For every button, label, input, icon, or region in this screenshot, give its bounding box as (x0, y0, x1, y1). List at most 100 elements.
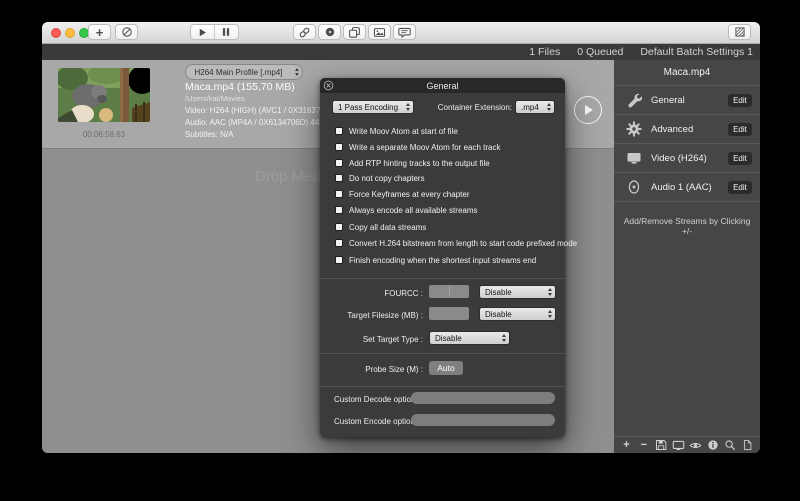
checkbox[interactable] (335, 127, 343, 135)
checkbox-label: Convert H.264 bitstream from length to s… (349, 239, 577, 248)
chevron-up-down-icon (498, 334, 509, 342)
eye-icon (689, 439, 702, 452)
checkbox[interactable] (335, 206, 343, 214)
app-window: + (42, 22, 760, 453)
checkbox-row: Write Moov Atom at start of file (335, 126, 458, 136)
fourcc-input[interactable] (429, 285, 469, 298)
disc-icon (324, 26, 336, 38)
preview-button[interactable] (368, 24, 391, 40)
subtitles-info: Subtitles: N/A (185, 130, 233, 139)
probe-size-auto-button[interactable]: Auto (429, 361, 463, 375)
checkbox[interactable] (335, 239, 343, 247)
edit-video-button[interactable]: Edit (728, 152, 752, 165)
sidebar-row-video[interactable]: Video (H264) Edit (614, 144, 760, 173)
custom-decode-input[interactable] (411, 392, 555, 404)
display-toggle-button[interactable] (672, 439, 685, 452)
start-file-button[interactable] (574, 96, 602, 124)
checkbox-label: Copy all data streams (349, 223, 426, 232)
chevron-up-down-icon (544, 288, 555, 296)
checkbox[interactable] (335, 190, 343, 198)
play-icon (585, 105, 593, 115)
file-name: Maca.mp4 (155,70 MB) (185, 81, 295, 93)
checkbox-row: Always encode all available streams (335, 205, 478, 215)
sidebar-row-general[interactable]: General Edit (614, 86, 760, 115)
fourcc-mode-dropdown[interactable]: Disable (479, 285, 556, 299)
checkbox-row: Convert H.264 bitstream from length to s… (335, 238, 577, 248)
custom-decode-label: Custom Decode options (334, 395, 408, 404)
preview-toggle-button[interactable] (689, 439, 702, 452)
custom-encode-input[interactable] (411, 414, 555, 426)
search-icon (724, 439, 736, 451)
general-settings-popover: General 1 Pass Encoding Container Extens… (320, 78, 565, 437)
remove-stream-button[interactable]: − (637, 440, 650, 451)
link-button[interactable] (293, 24, 316, 40)
separator (320, 353, 565, 354)
save-icon (655, 439, 667, 451)
separator (320, 386, 565, 387)
edit-advanced-button[interactable]: Edit (728, 123, 752, 136)
separator (320, 278, 565, 279)
checkbox-label: Force Keyframes at every chapter (349, 190, 470, 199)
checkbox-row: Add RTP hinting tracks to the output fil… (335, 158, 490, 168)
hatched-square-icon (734, 26, 746, 38)
chevron-up-down-icon (544, 310, 555, 318)
pass-encoding-dropdown[interactable]: 1 Pass Encoding (332, 100, 414, 114)
checkbox-row: Do not copy chapters (335, 173, 425, 183)
edit-audio-button[interactable]: Edit (728, 181, 752, 194)
save-button[interactable] (655, 439, 668, 451)
target-filesize-mode-dropdown[interactable]: Disable (479, 307, 556, 321)
info-button[interactable] (706, 439, 719, 451)
add-stream-button[interactable]: + (620, 440, 633, 451)
sidebar-row-advanced[interactable]: Advanced Edit (614, 115, 760, 144)
search-button[interactable] (724, 439, 737, 451)
checkbox-row: Copy all data streams (335, 222, 426, 232)
remove-file-button[interactable] (115, 24, 138, 40)
sidebar-row-audio[interactable]: Audio 1 (AAC) Edit (614, 173, 760, 202)
edit-general-button[interactable]: Edit (728, 94, 752, 107)
picture-icon (373, 26, 386, 39)
checkbox[interactable] (335, 174, 343, 182)
chevron-up-down-icon (291, 68, 302, 76)
preset-dropdown[interactable]: H264 Main Profile [.mp4] (185, 64, 303, 80)
popover-title: General (426, 81, 458, 91)
checkbox-row: Force Keyframes at every chapter (335, 189, 470, 199)
title-bar: + (42, 22, 760, 44)
checkbox[interactable] (335, 143, 343, 151)
batch-settings-button[interactable] (728, 24, 751, 40)
record-button[interactable] (318, 24, 341, 40)
minus-icon: − (641, 440, 647, 451)
plus-icon: + (623, 440, 629, 451)
checkbox-label: Write a separate Moov Atom for each trac… (349, 143, 500, 152)
plus-icon: + (96, 26, 104, 39)
display-icon (672, 439, 685, 452)
checkbox[interactable] (335, 223, 343, 231)
preset-dropdown-value: H264 Main Profile [.mp4] (186, 68, 291, 77)
add-file-button[interactable]: + (88, 24, 111, 40)
duplicate-button[interactable] (343, 24, 366, 40)
play-icon (197, 27, 208, 38)
layers-icon (348, 26, 361, 39)
streams-hint: Add/Remove Streams by Clicking +/- (614, 216, 760, 236)
checkbox-label: Finish encoding when the shortest input … (349, 256, 536, 265)
container-extension-dropdown[interactable]: .mp4 (515, 100, 555, 114)
pause-icon (221, 27, 231, 37)
set-target-type-dropdown[interactable]: Disable (429, 331, 510, 345)
start-encoding-button[interactable] (191, 25, 214, 39)
checkbox-row: Write a separate Moov Atom for each trac… (335, 142, 500, 152)
document-icon (742, 439, 753, 451)
pause-encoding-button[interactable] (215, 25, 238, 39)
checkbox-label: Write Moov Atom at start of file (349, 127, 458, 136)
checkbox[interactable] (335, 159, 343, 167)
target-filesize-input[interactable] (429, 307, 469, 320)
minimize-window-button[interactable] (65, 28, 75, 38)
close-popover-button[interactable] (323, 80, 334, 91)
settings-sidebar: Maca.mp4 General Edit (614, 60, 760, 453)
file-path: /Users/kat/Movies (185, 94, 245, 103)
document-button[interactable] (741, 439, 754, 451)
close-window-button[interactable] (51, 28, 61, 38)
checkbox[interactable] (335, 256, 343, 264)
target-filesize-mode-value: Disable (485, 310, 544, 319)
set-target-type-label: Set Target Type : (320, 335, 423, 344)
log-button[interactable] (393, 24, 416, 40)
traffic-lights (51, 28, 89, 38)
